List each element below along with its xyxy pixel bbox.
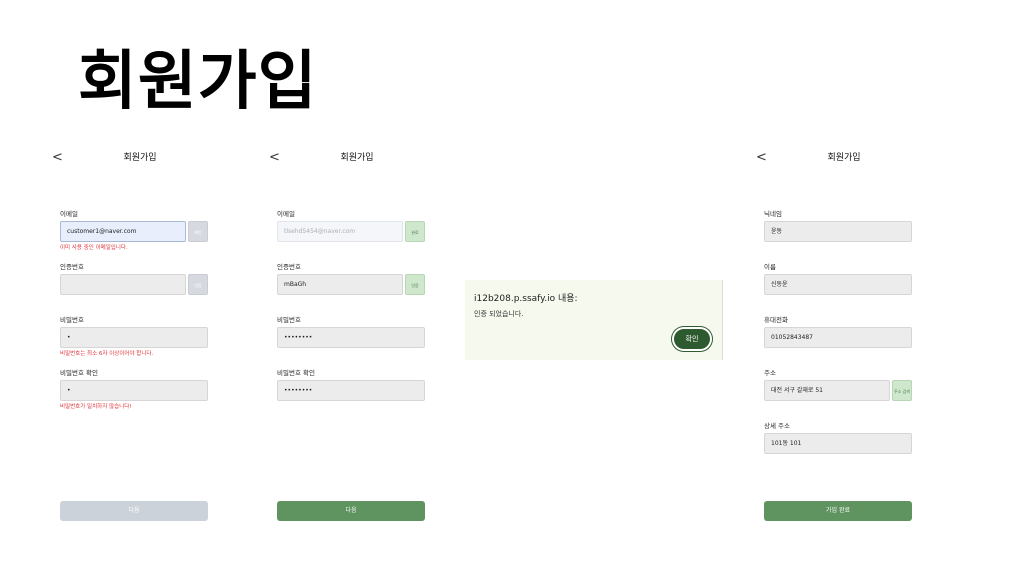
- code-label: 인증번호: [60, 263, 84, 271]
- code-field-group: 인증번호 인증: [60, 262, 208, 295]
- page-title: 회원가입: [78, 45, 318, 119]
- email-field-group: 이메일 customer1@naver.com 확인 이미 사용 중인 이메일입…: [60, 209, 208, 253]
- code-label: 인증번호: [277, 263, 301, 271]
- next-button[interactable]: 다음: [60, 501, 208, 521]
- password-confirm-label: 비밀번호 확인: [60, 369, 98, 377]
- nickname-input[interactable]: 윤동: [764, 221, 912, 242]
- address-label: 주소: [764, 369, 776, 377]
- password-label: 비밀번호: [60, 316, 84, 324]
- email-field-group: 이메일 tlsehd5454@naver.com 완료: [277, 209, 425, 242]
- password-confirm-error-text: 비밀번호가 일치하지 않습니다!: [60, 404, 132, 410]
- code-field-group: 인증번호 mBaGh 인증: [277, 262, 425, 295]
- email-label: 이메일: [60, 210, 78, 218]
- dialog-title: i12b208.p.ssafy.io 내용:: [474, 294, 578, 304]
- email-error-text: 이미 사용 중인 이메일입니다.: [60, 245, 128, 251]
- password-confirm-field-group: 비밀번호 확인 ••••••••: [277, 368, 425, 401]
- password-field-group: 비밀번호 • 비밀번호는 최소 6자 이상이어야 합니다.: [60, 315, 208, 359]
- email-check-button[interactable]: 완료: [405, 221, 425, 242]
- screen-header-title: 회원가입: [340, 153, 374, 163]
- dialog-message: 인증 되었습니다.: [474, 310, 524, 318]
- next-button[interactable]: 다음: [277, 501, 425, 521]
- address-search-button[interactable]: 주소 검색: [892, 380, 912, 401]
- screen-header-title: 회원가입: [123, 153, 157, 163]
- password-input[interactable]: ••••••••: [277, 327, 425, 348]
- code-verify-button[interactable]: 인증: [188, 274, 208, 295]
- address-detail-label: 상세 주소: [764, 422, 790, 430]
- address-detail-field-group: 상세 주소 101동 101: [764, 421, 912, 454]
- signup-screen-step2: < 회원가입 닉네임 윤동 이름 신동윤 휴대전화 01052843487 주소…: [756, 140, 932, 540]
- password-input[interactable]: •: [60, 327, 208, 348]
- code-input[interactable]: mBaGh: [277, 274, 403, 295]
- email-input[interactable]: customer1@naver.com: [60, 221, 186, 242]
- screen-header-title: 회원가입: [827, 153, 861, 163]
- address-input[interactable]: 대전 서구 갈재로 51: [764, 380, 890, 401]
- password-confirm-label: 비밀번호 확인: [277, 369, 315, 377]
- phone-input[interactable]: 01052843487: [764, 327, 912, 348]
- email-label: 이메일: [277, 210, 295, 218]
- password-error-text: 비밀번호는 최소 6자 이상이어야 합니다.: [60, 351, 154, 357]
- signup-screen-step1-verified: < 회원가입 이메일 tlsehd5454@naver.com 완료 인증번호 …: [269, 140, 445, 540]
- phone-field-group: 휴대전화 01052843487: [764, 315, 912, 348]
- email-check-button[interactable]: 확인: [188, 221, 208, 242]
- name-input[interactable]: 신동윤: [764, 274, 912, 295]
- code-verify-button[interactable]: 인증: [405, 274, 425, 295]
- screen-header: < 회원가입: [269, 148, 445, 168]
- dialog-ok-button[interactable]: 확인: [672, 327, 712, 351]
- address-field-group: 주소 대전 서구 갈재로 51 주소 검색: [764, 368, 912, 401]
- signup-screen-step1: < 회원가입 이메일 customer1@naver.com 확인 이미 사용 …: [52, 140, 228, 540]
- password-confirm-input[interactable]: ••••••••: [277, 380, 425, 401]
- screen-header: < 회원가입: [756, 148, 932, 168]
- name-label: 이름: [764, 263, 776, 271]
- nickname-label: 닉네임: [764, 210, 782, 218]
- phone-label: 휴대전화: [764, 316, 788, 324]
- name-field-group: 이름 신동윤: [764, 262, 912, 295]
- signup-complete-button[interactable]: 가입 완료: [764, 501, 912, 521]
- password-field-group: 비밀번호 ••••••••: [277, 315, 425, 348]
- password-label: 비밀번호: [277, 316, 301, 324]
- email-input[interactable]: tlsehd5454@naver.com: [277, 221, 403, 242]
- alert-dialog: i12b208.p.ssafy.io 내용: 인증 되었습니다. 확인: [465, 280, 723, 360]
- password-confirm-input[interactable]: •: [60, 380, 208, 401]
- code-input[interactable]: [60, 274, 186, 295]
- address-detail-input[interactable]: 101동 101: [764, 433, 912, 454]
- nickname-field-group: 닉네임 윤동: [764, 209, 912, 242]
- password-confirm-field-group: 비밀번호 확인 • 비밀번호가 일치하지 않습니다!: [60, 368, 208, 412]
- screen-header: < 회원가입: [52, 148, 228, 168]
